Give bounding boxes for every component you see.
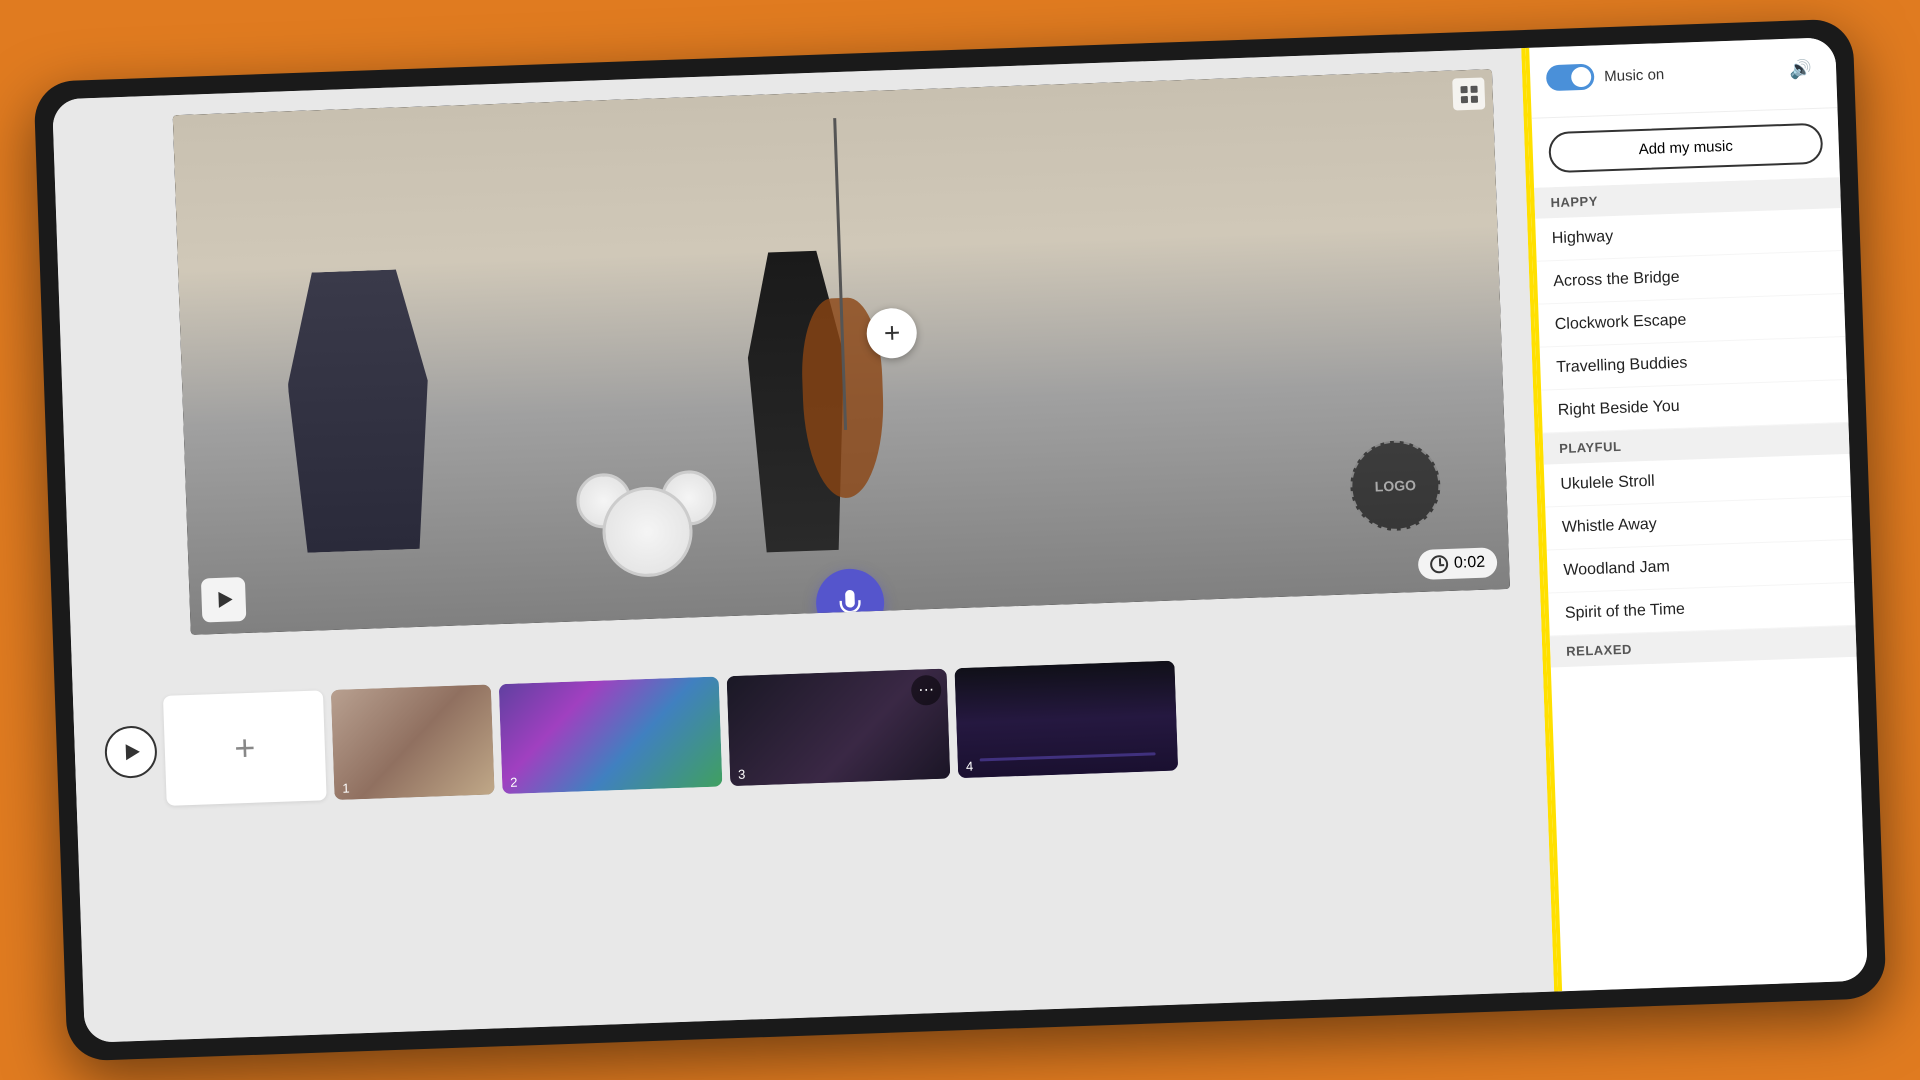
drums-area <box>555 454 739 580</box>
music-panel: Music on 🔊 Add my music HAPPY Highway <box>1525 37 1868 991</box>
band-scene: LOGO <box>173 69 1510 635</box>
video-play-button[interactable] <box>201 577 247 623</box>
editor-area: LOGO + <box>52 48 1554 1043</box>
timeline-play-icon <box>125 744 140 760</box>
main-area: LOGO + <box>52 37 1868 1043</box>
clip-2-thumbnail <box>499 677 723 795</box>
volume-icon: 🔊 <box>1789 58 1812 80</box>
clip-4-number: 4 <box>966 759 974 774</box>
add-clip-button[interactable]: + <box>163 690 327 806</box>
expand-dot-3 <box>1460 96 1467 103</box>
video-preview: LOGO + <box>173 69 1510 635</box>
clip-4[interactable]: 4 <box>954 661 1178 779</box>
music-toggle-row: Music on 🔊 <box>1546 56 1821 92</box>
clock-icon <box>1430 555 1449 574</box>
music-on-label: Music on <box>1604 66 1665 85</box>
timeline-play-button[interactable] <box>104 725 158 779</box>
clip-2-number: 2 <box>510 775 518 790</box>
logo-badge: LOGO <box>1349 439 1442 532</box>
clip-3[interactable]: ··· 3 <box>727 669 951 787</box>
clip-1[interactable]: 1 <box>331 684 495 800</box>
add-clip-icon: + <box>234 727 256 770</box>
music-on-toggle[interactable] <box>1546 64 1595 92</box>
tablet-device: LOGO + <box>33 19 1886 1062</box>
video-duration-text: 0:02 <box>1454 554 1486 573</box>
music-header: Music on 🔊 <box>1529 37 1837 119</box>
clip-1-number: 1 <box>342 780 350 795</box>
music-list: HAPPY Highway Across the Bridge Clockwor… <box>1534 177 1868 991</box>
clip-2[interactable]: 2 <box>499 677 723 795</box>
mic-icon <box>836 588 865 617</box>
play-triangle-icon <box>218 591 233 607</box>
video-background: LOGO <box>173 69 1510 635</box>
band-member-left <box>284 269 434 554</box>
clip-4-thumbnail <box>954 661 1178 779</box>
video-duration-badge: 0:02 <box>1417 547 1497 580</box>
expand-dot-2 <box>1470 85 1477 92</box>
expand-icon <box>1460 85 1478 103</box>
expand-dot-4 <box>1470 95 1477 102</box>
tablet-screen: LOGO + <box>52 37 1868 1043</box>
timeline-area: + 1 2 <box>71 598 1546 829</box>
clip-1-thumbnail <box>331 684 495 800</box>
expand-button[interactable] <box>1452 77 1485 110</box>
add-music-button[interactable]: Add my music <box>1548 123 1823 174</box>
drum-big <box>601 486 694 579</box>
expand-dot-1 <box>1460 86 1467 93</box>
clip-3-number: 3 <box>738 767 746 782</box>
